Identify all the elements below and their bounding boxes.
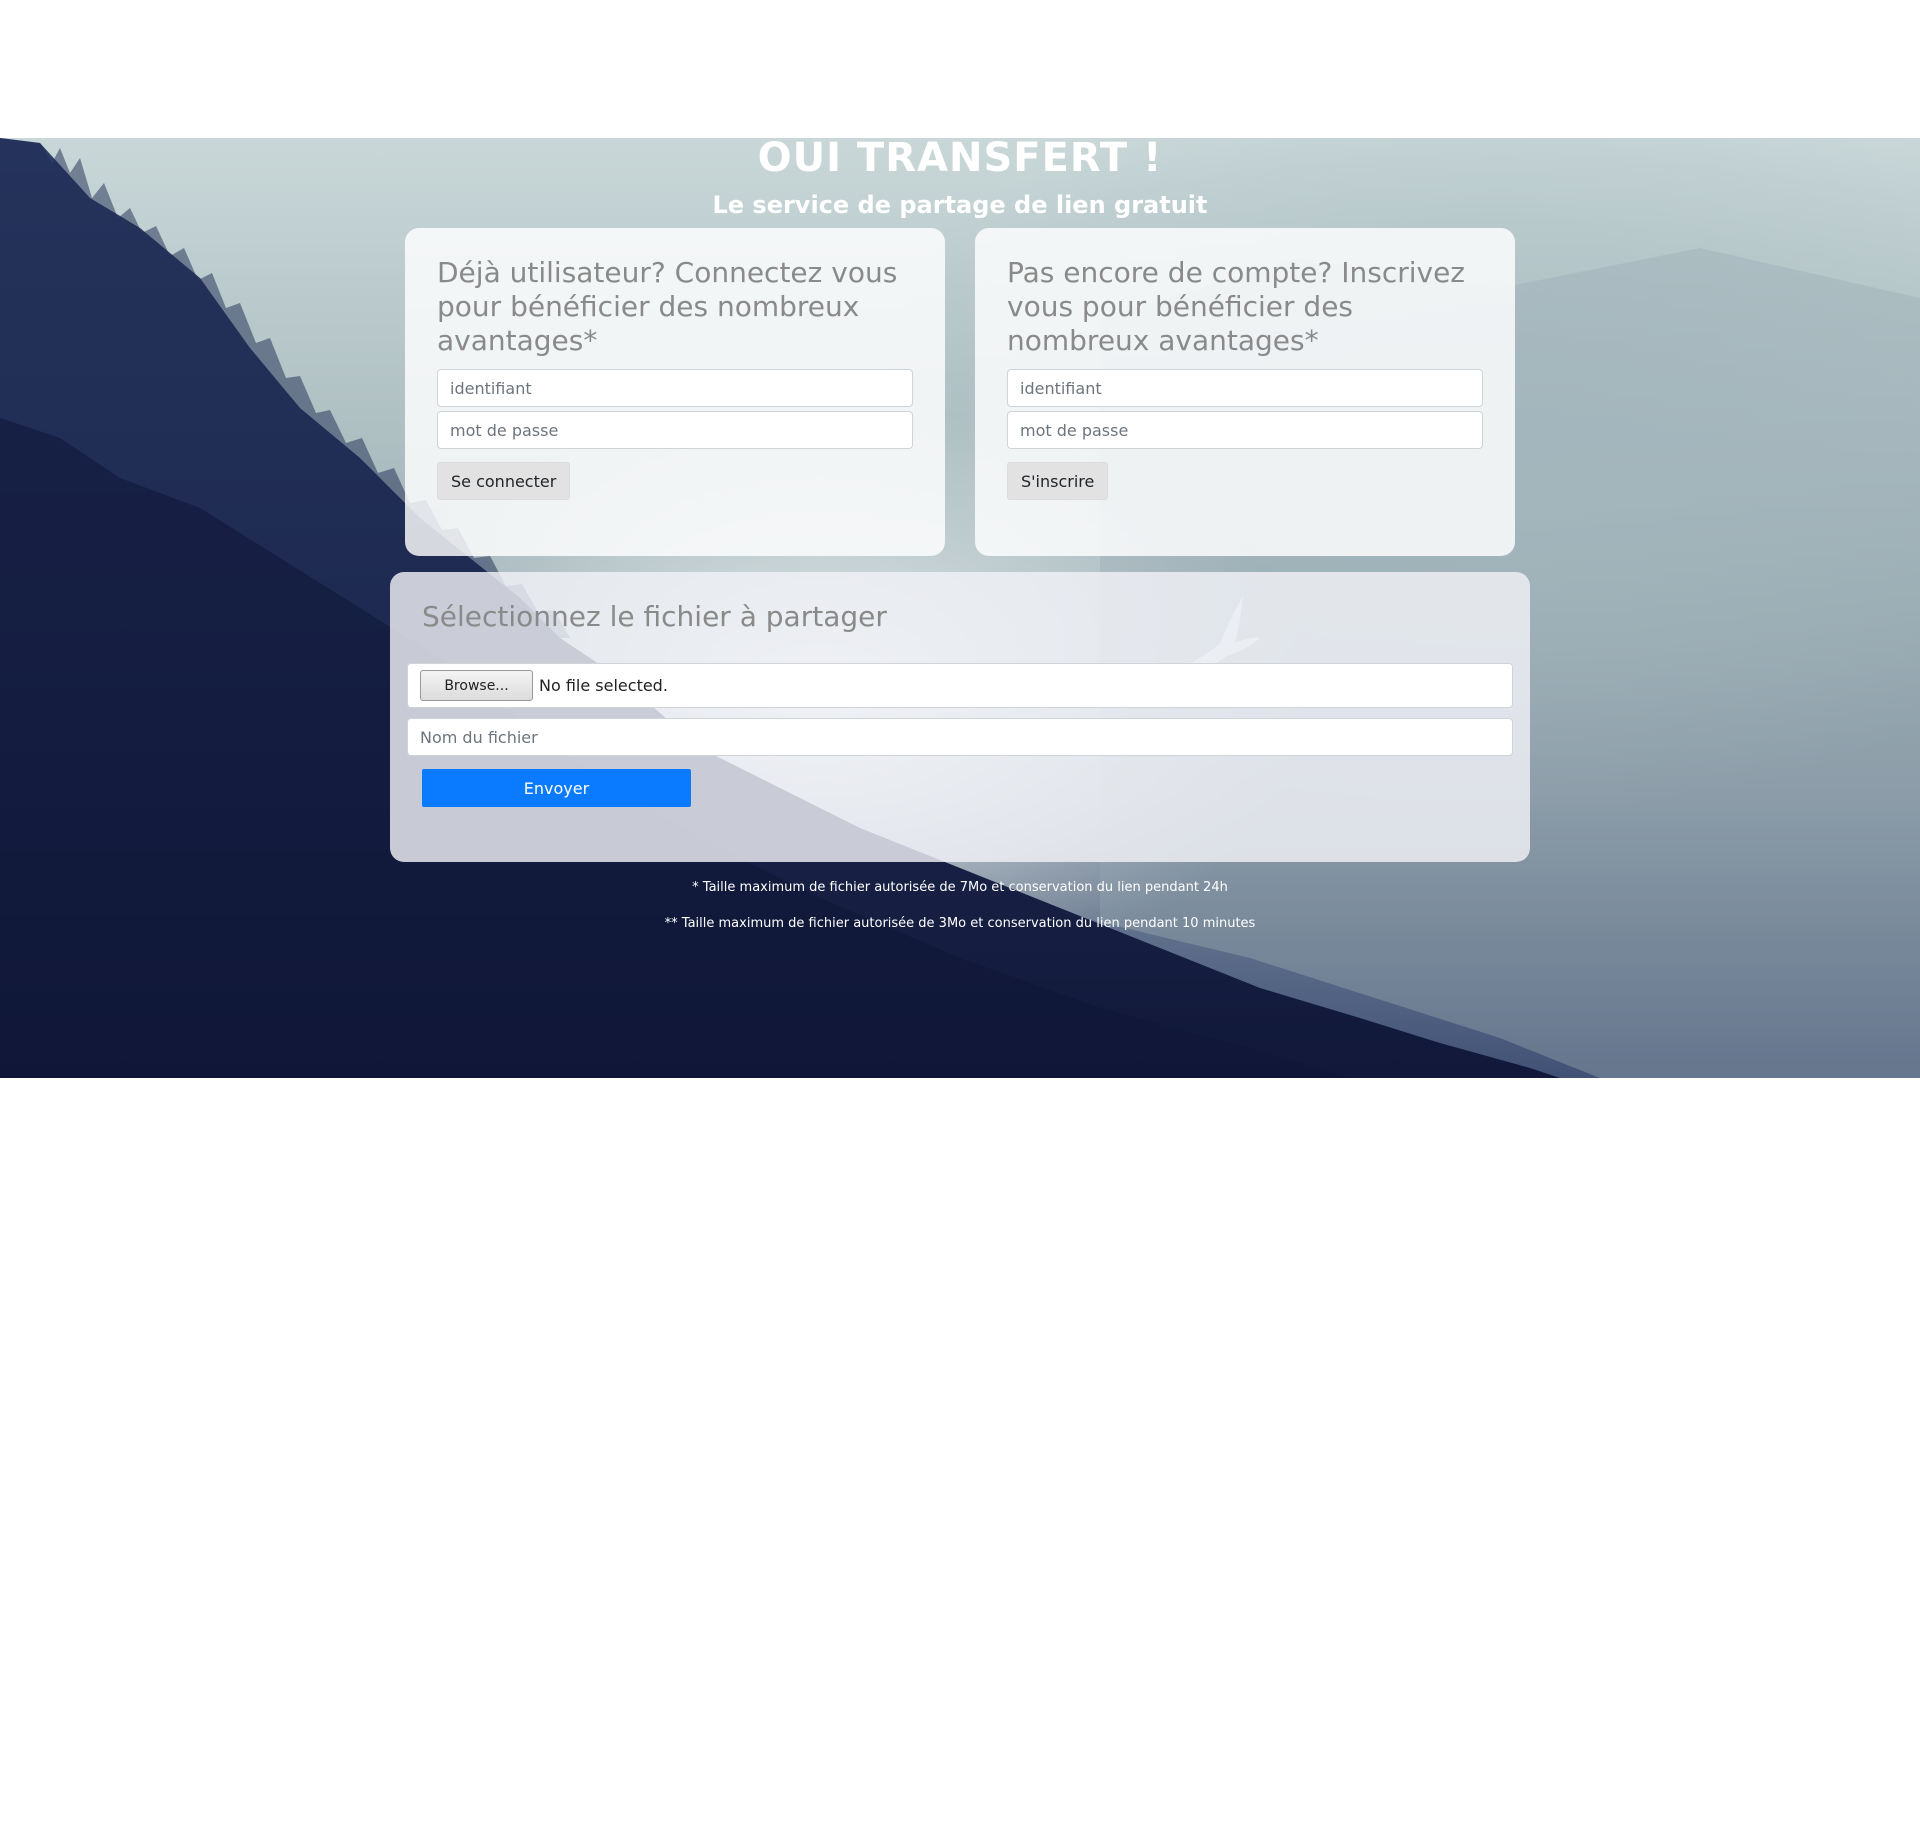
- upload-card: Sélectionnez le fichier à partager Brows…: [390, 572, 1530, 862]
- anonymous-limit-note: ** Taille maximum de fichier autorisée d…: [664, 916, 1256, 931]
- login-heading: Déjà utilisateur? Connectez vous pour bé…: [437, 256, 898, 357]
- login-card: Déjà utilisateur? Connectez vous pour bé…: [405, 228, 945, 556]
- upload-heading: Sélectionnez le fichier à partager: [422, 600, 887, 633]
- browse-button[interactable]: Browse...: [420, 670, 533, 701]
- signup-heading: Pas encore de compte? Inscrivez vous pou…: [1007, 256, 1466, 357]
- site-title: OUI TRANSFERT !: [757, 135, 1163, 181]
- file-status-text: No file selected.: [539, 676, 668, 695]
- signup-card: Pas encore de compte? Inscrivez vous pou…: [975, 228, 1515, 556]
- filename-input[interactable]: [407, 718, 1513, 756]
- registered-limit-note: * Taille maximum de fichier autorisée de…: [692, 880, 1228, 895]
- login-username-input[interactable]: [437, 369, 913, 407]
- send-button[interactable]: Envoyer: [422, 769, 691, 807]
- login-password-input[interactable]: [437, 411, 913, 449]
- site-subtitle: Le service de partage de lien gratuit: [712, 191, 1208, 219]
- login-button[interactable]: Se connecter: [437, 462, 571, 500]
- file-picker[interactable]: Browse... No file selected.: [407, 663, 1513, 708]
- signup-button[interactable]: S'inscrire: [1007, 462, 1109, 500]
- signup-password-input[interactable]: [1007, 411, 1483, 449]
- signup-username-input[interactable]: [1007, 369, 1483, 407]
